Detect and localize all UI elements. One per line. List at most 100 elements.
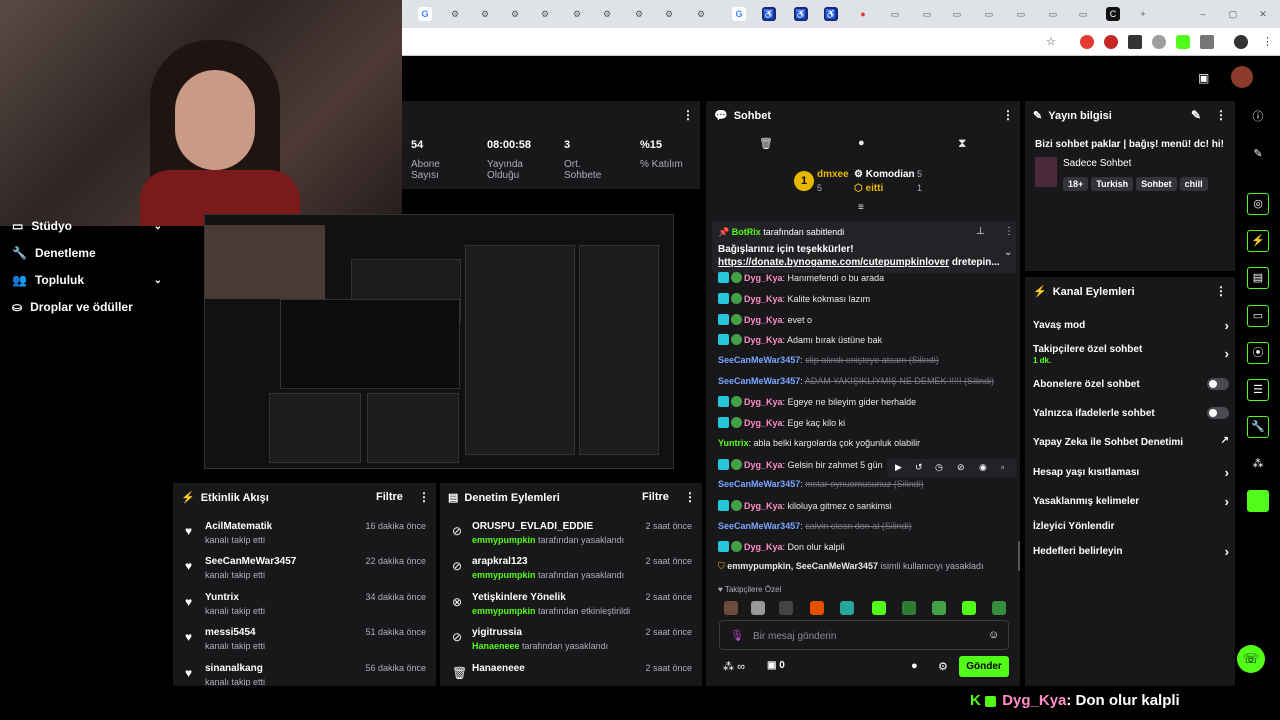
camera-icon[interactable]: ◎ [1247,193,1269,215]
tab-icon[interactable]: ● [856,7,870,21]
extension-icon[interactable] [1152,35,1166,49]
chat-username[interactable]: SeeCanMeWar3457 [718,376,800,386]
pencil-icon[interactable]: ✎ [1247,144,1269,166]
expand-icon[interactable]: ≡ [858,202,864,213]
action-account-age[interactable]: Hesap yaşı kısıtlaması › [1033,465,1229,480]
tab-icon[interactable]: ▭ [1076,7,1090,21]
chat-icon[interactable]: ◉ [979,462,987,473]
accessibility-tab-icon[interactable]: ♿ [762,7,776,21]
extension-icon[interactable] [1128,35,1142,49]
scrollbar[interactable] [1018,541,1020,571]
hourglass-icon[interactable]: ⧗ [958,136,966,151]
wrench-icon[interactable]: 🔧 [1247,416,1269,438]
emote[interactable] [840,601,854,615]
emote[interactable] [902,601,916,615]
chat-username[interactable]: Dyg_Kya [744,397,783,407]
kebab-menu-icon[interactable]: ⋮ [682,108,694,122]
microphone-icon[interactable]: 🎙 [730,629,744,642]
chat-username[interactable]: Dyg_Kya [744,542,783,552]
chat-username[interactable]: Dyg_Kya [744,418,783,428]
maximize-icon[interactable]: ▢ [1226,7,1240,21]
tab-icon[interactable]: ▭ [920,7,934,21]
chat-username[interactable]: Dyg_Kya [744,315,783,325]
emote[interactable] [810,601,824,615]
activity-filter-button[interactable]: Filtre [376,491,403,503]
toggle-switch[interactable] [1207,407,1229,419]
play-icon[interactable]: ▶ [895,462,902,473]
chat-bubble-icon[interactable]: ● [858,137,865,149]
new-tab-icon[interactable]: + [1136,7,1150,21]
kebab-menu-icon[interactable]: ⋮ [418,490,430,504]
mode-toggle-icon[interactable]: ▣ [1198,71,1209,85]
send-button[interactable]: Gönder [959,656,1009,677]
emote[interactable] [932,601,946,615]
nav-item-moderation[interactable]: 🔧 Denetleme [12,246,162,260]
emote[interactable] [992,601,1006,615]
chat-username[interactable]: SeeCanMeWar3457 [718,521,800,531]
undo-icon[interactable]: ↺ [915,462,923,473]
tab-icon[interactable]: ▭ [1014,7,1028,21]
edit-icon[interactable]: ✎ [1191,108,1201,122]
extensions-puzzle-icon[interactable] [1200,35,1214,49]
tab-icon[interactable]: ⚙ [538,7,552,21]
emoji-icon[interactable]: ☺ [988,629,999,641]
emote[interactable] [962,601,976,615]
tab-icon[interactable]: ▭ [1046,7,1060,21]
moderation-filter-button[interactable]: Filtre [642,491,669,503]
emote[interactable] [724,601,738,615]
bookmark-star-icon[interactable]: ☆ [1046,35,1060,49]
accessibility-tab-icon[interactable]: ♿ [794,7,808,21]
pin-icon[interactable]: ⊥ [976,226,985,237]
chat-username[interactable]: Yuntrix [718,438,749,448]
broadcast-icon[interactable]: ⦿ [1247,342,1269,364]
chat-username[interactable]: SeeCanMeWar3457 [718,479,800,489]
points-icon[interactable]: ⁂ ∞ [723,660,745,673]
tab-icon[interactable]: ⚙ [448,7,462,21]
info-icon[interactable]: ⓘ [1247,107,1269,129]
tab-icon[interactable]: ⚙ [570,7,584,21]
donate-link[interactable]: https://donate.bynogame.com/cutepumpkinl… [718,257,949,268]
action-goals[interactable]: Hedefleri belirleyin › [1033,544,1229,559]
tab-icon[interactable]: C [1106,7,1120,21]
action-slow-mode[interactable]: Yavaş mod › [1033,318,1229,333]
trash-icon[interactable]: 🗑 [759,137,773,150]
active-widget-icon[interactable] [1247,490,1269,512]
kebab-menu-icon[interactable]: ⋮ [1215,284,1227,298]
profile-avatar-icon[interactable] [1234,35,1248,49]
tab-icon[interactable]: ⚙ [508,7,522,21]
leaderboard-user[interactable]: eitti [866,183,884,194]
chat-username[interactable]: Dyg_Kya [744,501,783,511]
google-tab-icon[interactable]: G [418,7,432,21]
gear-icon[interactable]: ⚙ [938,660,948,673]
nav-item-drops[interactable]: ⛀ Droplar ve ödüller [12,300,162,314]
gift-count[interactable]: ▣ 0 [767,660,785,671]
kebab-menu-icon[interactable]: ⋮ [1215,108,1227,122]
kebab-menu-icon[interactable]: ⋮ [1002,108,1014,122]
category-name[interactable]: Sadece Sohbet [1063,158,1131,169]
close-window-icon[interactable]: ✕ [1256,7,1270,21]
copy-icon[interactable]: ▫ [1001,462,1004,472]
nav-item-studio[interactable]: ▭ Stüdyo ⌄ [12,219,162,233]
action-host[interactable]: İzleyici Yönlendir [1033,521,1229,532]
chat-username[interactable]: Dyg_Kya [744,335,783,345]
chat-username[interactable]: Dyg_Kya [744,460,783,470]
help-icon[interactable]: ☏ [1237,645,1265,673]
tab-icon[interactable]: ⚙ [694,7,708,21]
emote[interactable] [872,601,886,615]
tab-icon[interactable]: ▭ [982,7,996,21]
tab-icon[interactable]: ⚙ [632,7,646,21]
chat-icon[interactable]: ● [911,660,918,672]
tab-icon[interactable]: ▭ [950,7,964,21]
chat-username[interactable]: SeeCanMeWar3457 [718,355,800,365]
lightning-icon[interactable]: ⚡ [1247,230,1269,252]
action-followers-only[interactable]: Takipçilere özel sohbet 1 dk. › [1033,344,1229,366]
browser-menu-icon[interactable]: ⋮ [1262,35,1276,49]
chat-username[interactable]: Dyg_Kya [744,273,783,283]
tab-icon[interactable]: ⚙ [478,7,492,21]
kebab-menu-icon[interactable]: ⋮ [684,490,696,504]
slash-icon[interactable]: ⊘ [957,462,965,473]
chat-bubble-icon[interactable]: ▭ [1247,305,1269,327]
leaderboard-user[interactable]: dmxee [817,169,849,180]
clock-icon[interactable]: ◷ [935,462,943,473]
address-bar[interactable]: ☆ ⋮ [400,28,1280,56]
